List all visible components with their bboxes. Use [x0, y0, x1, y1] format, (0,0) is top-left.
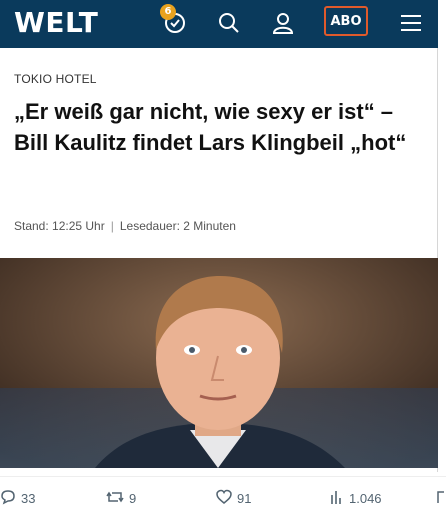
- screenshot: WELT 6 ABO TOKIO HOTEL „Er weiß gar nich…: [0, 0, 446, 517]
- share-icon[interactable]: [436, 489, 446, 505]
- reply-icon: [0, 489, 16, 508]
- abo-button[interactable]: ABO: [324, 6, 368, 36]
- reply-stat[interactable]: 33: [0, 489, 35, 508]
- repost-icon: [106, 489, 124, 508]
- engagement-bar: 33 9 91 1.046: [0, 476, 446, 517]
- article-stand: Stand: 12:25 Uhr: [14, 219, 105, 233]
- like-count: 91: [237, 491, 252, 506]
- article-photo[interactable]: [0, 258, 438, 468]
- site-header: WELT 6 ABO: [0, 0, 438, 48]
- menu-icon[interactable]: [398, 10, 424, 36]
- like-stat[interactable]: 91: [216, 489, 251, 508]
- user-icon[interactable]: [270, 10, 296, 36]
- repost-stat[interactable]: 9: [106, 489, 136, 508]
- article-meta: Stand: 12:25 Uhr | Lesedauer: 2 Minuten: [14, 219, 236, 233]
- repost-count: 9: [129, 491, 137, 506]
- views-icon: [330, 489, 344, 508]
- like-icon: [216, 489, 232, 508]
- article-kicker: TOKIO HOTEL: [14, 72, 97, 86]
- views-count: 1.046: [349, 491, 382, 506]
- notification-badge: 6: [160, 4, 176, 20]
- views-stat[interactable]: 1.046: [330, 489, 382, 508]
- welt-logo[interactable]: WELT: [14, 6, 98, 39]
- article-headline[interactable]: „Er weiß gar nicht, wie sexy er ist“ – B…: [14, 96, 424, 158]
- search-icon[interactable]: [216, 10, 242, 36]
- reply-count: 33: [21, 491, 36, 506]
- article-lesedauer: Lesedauer: 2 Minuten: [119, 219, 236, 233]
